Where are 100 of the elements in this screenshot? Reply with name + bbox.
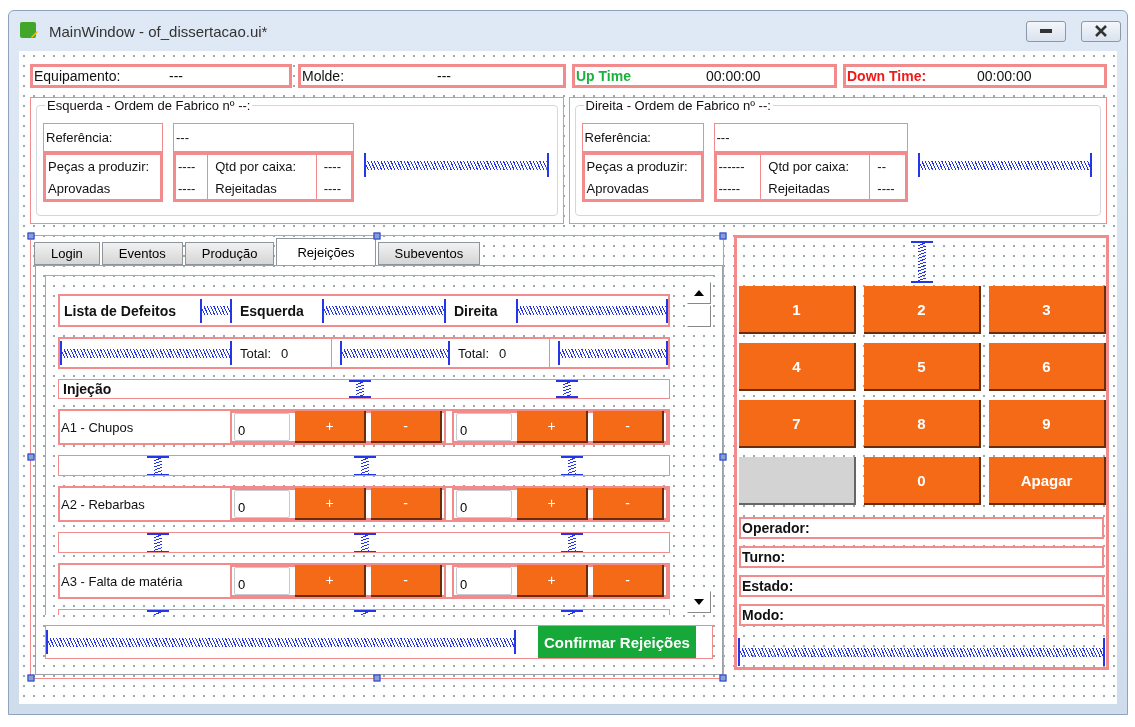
count-field[interactable]: 0 xyxy=(234,490,290,518)
horizontal-spacer-icon xyxy=(60,341,232,365)
defect-name: A3 - Falta de matéria xyxy=(60,573,184,589)
decrement-button[interactable]: - xyxy=(371,411,442,443)
count-field[interactable]: 0 xyxy=(456,567,512,595)
decrement-button[interactable]: - xyxy=(371,565,442,597)
tab[interactable]: Login xyxy=(34,242,100,265)
increment-button[interactable]: + xyxy=(517,565,588,597)
resize-handle[interactable] xyxy=(719,453,727,461)
reference-value: --- xyxy=(176,130,189,145)
approved-label: Aprovadas xyxy=(586,180,650,196)
approved-value: ---- xyxy=(178,180,197,196)
info-label: Turno: xyxy=(741,549,787,566)
keypad-key[interactable]: 0 xyxy=(864,457,981,506)
column-header: Direita xyxy=(453,302,499,319)
horizontal-spacer-icon xyxy=(322,298,446,323)
group-title: Esquerda - Ordem de Fabrico nº --: xyxy=(46,98,252,113)
increment-button[interactable]: + xyxy=(517,411,588,443)
decrement-button[interactable]: - xyxy=(593,411,664,443)
horizontal-spacer-icon xyxy=(738,638,1105,667)
group-title: Direita - Ordem de Fabrico nº --: xyxy=(584,98,772,113)
app-icon xyxy=(19,21,39,41)
defect-name: A2 - Rebarbas xyxy=(60,496,146,512)
close-icon xyxy=(1094,25,1108,37)
increment-button[interactable]: + xyxy=(295,411,366,443)
decrement-button[interactable]: - xyxy=(371,488,442,520)
increment-button[interactable]: + xyxy=(295,488,366,520)
count-field[interactable]: 0 xyxy=(234,567,290,595)
info-label: Operador: xyxy=(741,520,811,537)
status-label: Molde: xyxy=(302,68,346,84)
decrement-button[interactable]: - xyxy=(593,565,664,597)
per-box-value: -- xyxy=(877,158,887,174)
resize-handle[interactable] xyxy=(27,232,35,240)
keypad-key[interactable]: 2 xyxy=(864,286,981,335)
rejected-value: ---- xyxy=(323,180,342,196)
rejected-value: ---- xyxy=(877,180,896,196)
tab[interactable]: Rejeições xyxy=(276,238,376,265)
decrement-button[interactable]: - xyxy=(593,488,664,520)
status-value: 00:00:00 xyxy=(706,68,761,84)
status-label: Down Time: xyxy=(847,68,928,84)
per-box-value: ---- xyxy=(323,158,342,174)
total-value: 0 xyxy=(499,345,507,361)
minimize-button[interactable] xyxy=(1026,20,1066,42)
window-title: MainWindow - of_dissertacao.ui* xyxy=(49,22,269,40)
resize-handle[interactable] xyxy=(719,674,727,682)
horizontal-spacer-icon xyxy=(516,298,668,323)
scroll-thumb[interactable] xyxy=(687,305,711,327)
horizontal-spacer-icon xyxy=(340,341,450,365)
keypad-key[interactable]: 9 xyxy=(989,400,1106,449)
count-field[interactable]: 0 xyxy=(456,413,512,441)
down-arrow-icon xyxy=(694,599,704,605)
keypad-key[interactable]: 4 xyxy=(739,343,856,392)
pieces-label: Peças a produzir: xyxy=(586,158,689,174)
resize-handle[interactable] xyxy=(27,453,35,461)
count-field[interactable]: 0 xyxy=(234,413,290,441)
reference-label: Referência: xyxy=(46,130,113,145)
horizontal-spacer-icon xyxy=(200,298,232,323)
increment-button[interactable]: + xyxy=(295,565,366,597)
reference-value: --- xyxy=(716,130,730,145)
keypad-key[interactable]: 1 xyxy=(739,286,856,335)
column-header: Lista de Defeitos xyxy=(63,302,178,319)
keypad-key[interactable]: 8 xyxy=(864,400,981,449)
status-label: Equipamento: xyxy=(34,68,122,84)
status-value: --- xyxy=(437,68,451,84)
tab[interactable]: Subeventos xyxy=(377,242,481,265)
pieces-label: Peças a produzir: xyxy=(48,158,151,174)
resize-handle[interactable] xyxy=(719,232,727,240)
count-field[interactable]: 0 xyxy=(456,490,512,518)
resize-handle[interactable] xyxy=(27,674,35,682)
confirm-button[interactable]: Confirmar Rejeições xyxy=(538,626,696,658)
tab[interactable]: Eventos xyxy=(101,242,183,265)
horizontal-spacer-icon xyxy=(558,341,668,365)
status-value: --- xyxy=(169,68,183,84)
total-label: Total: xyxy=(240,345,272,361)
info-label: Modo: xyxy=(741,607,785,624)
reference-label: Referência: xyxy=(584,130,651,145)
column-header: Esquerda xyxy=(239,302,305,319)
tab[interactable]: Produção xyxy=(184,242,275,265)
keypad-key[interactable]: 7 xyxy=(739,400,856,449)
pieces-value: ------ xyxy=(718,158,746,174)
rejected-label: Rejeitadas xyxy=(768,180,831,196)
status-label: Up Time xyxy=(576,68,632,84)
status-value: 00:00:00 xyxy=(977,68,1032,84)
keypad-key[interactable]: 6 xyxy=(989,343,1106,392)
blank-key[interactable] xyxy=(739,457,856,506)
approved-label: Aprovadas xyxy=(48,180,112,196)
info-label: Estado: xyxy=(741,578,795,595)
resize-handle[interactable] xyxy=(373,674,381,682)
rejected-label: Rejeitadas xyxy=(215,180,278,196)
close-button[interactable] xyxy=(1081,20,1121,42)
up-arrow-icon xyxy=(694,290,704,296)
minimize-icon xyxy=(1039,28,1053,34)
keypad-key[interactable]: 5 xyxy=(864,343,981,392)
per-box-label: Qtd por caixa: xyxy=(215,158,298,174)
keypad-key[interactable]: Apagar xyxy=(989,457,1106,506)
increment-button[interactable]: + xyxy=(517,488,588,520)
total-label: Total: xyxy=(458,345,490,361)
defect-name: A1 - Chupos xyxy=(60,419,135,435)
keypad-key[interactable]: 3 xyxy=(989,286,1106,335)
approved-value: ----- xyxy=(718,180,742,196)
